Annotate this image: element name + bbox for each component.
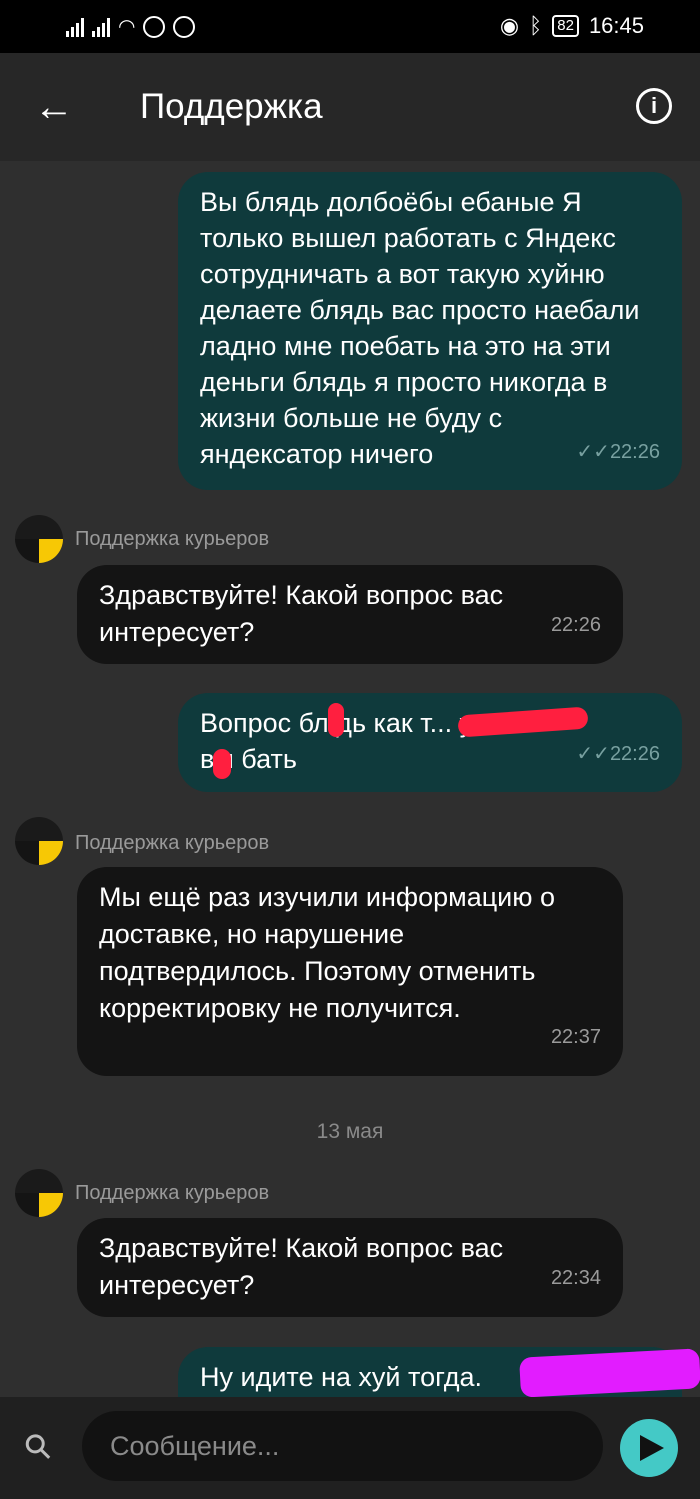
redaction-mark: [213, 749, 231, 779]
message-time: 22:37: [550, 1026, 601, 1048]
message-text: Здравствуйте! Какой вопрос вас интересуе…: [99, 1233, 504, 1300]
message-time: ✓✓22:26: [576, 743, 660, 765]
sender-name: Поддержка курьеров: [75, 832, 270, 854]
message-input[interactable]: Сообщение...: [82, 1411, 603, 1481]
battery-level: 82: [552, 15, 579, 37]
outgoing-message[interactable]: Ну идите на хуй тогда.: [178, 1347, 700, 1397]
status-bar: ◠ ◉ ᛒ 82 16:45: [0, 0, 700, 53]
avatar: [15, 1169, 63, 1217]
avatar: [15, 515, 63, 563]
page-title: Поддержка: [140, 87, 323, 126]
chat-header: ← Поддержка i: [0, 53, 700, 161]
eye-icon: ◉: [499, 13, 520, 38]
app-icon: [143, 15, 166, 38]
bluetooth-icon: ᛒ: [529, 13, 543, 38]
date-separator: 13 мая: [316, 1120, 384, 1143]
status-left: ◠: [66, 14, 196, 39]
incoming-message[interactable]: Здравствуйте! Какой вопрос вас интересуе…: [77, 565, 623, 664]
sender-name: Поддержка курьеров: [75, 528, 270, 550]
avatar: [15, 817, 63, 865]
clock: 16:45: [588, 13, 644, 38]
incoming-message[interactable]: Здравствуйте! Какой вопрос вас интересуе…: [77, 1218, 623, 1317]
message-time: ✓✓22:26: [576, 441, 660, 463]
sender-name: Поддержка курьеров: [75, 1182, 270, 1204]
incoming-message[interactable]: Мы ещё раз изучили информацию о доставке…: [77, 867, 623, 1076]
info-icon[interactable]: i: [636, 88, 672, 124]
whatsapp-icon: [173, 15, 196, 38]
message-composer: ⚲ Сообщение...: [0, 1397, 700, 1499]
send-button[interactable]: [620, 1419, 678, 1477]
wifi-icon: ◠: [118, 16, 136, 38]
signal-icon: [92, 17, 110, 37]
message-list[interactable]: Вы блядь долбоёбы ебаные Я только вышел …: [0, 161, 700, 1397]
message-text: Вы блядь долбоёбы ебаные Я только вышел …: [200, 187, 640, 469]
message-placeholder: Сообщение...: [110, 1431, 280, 1461]
attach-icon[interactable]: ⚲: [16, 1424, 62, 1470]
back-arrow-icon[interactable]: ←: [34, 85, 78, 129]
message-text: Мы ещё раз изучили информацию о доставке…: [99, 882, 556, 1023]
status-right: ◉ ᛒ 82 16:45: [500, 13, 644, 39]
message-time: 22:34: [550, 1267, 601, 1289]
outgoing-message[interactable]: Вопрос бл дь как т... у вы бать ✓✓22:26: [178, 693, 682, 792]
message-text: Здравствуйте! Какой вопрос вас интересуе…: [99, 580, 504, 647]
redaction-mark: [328, 703, 344, 737]
outgoing-message[interactable]: Вы блядь долбоёбы ебаные Я только вышел …: [178, 172, 682, 490]
redaction-mark: [519, 1348, 700, 1397]
signal-icon: [66, 17, 84, 37]
message-time: 22:26: [550, 614, 601, 636]
